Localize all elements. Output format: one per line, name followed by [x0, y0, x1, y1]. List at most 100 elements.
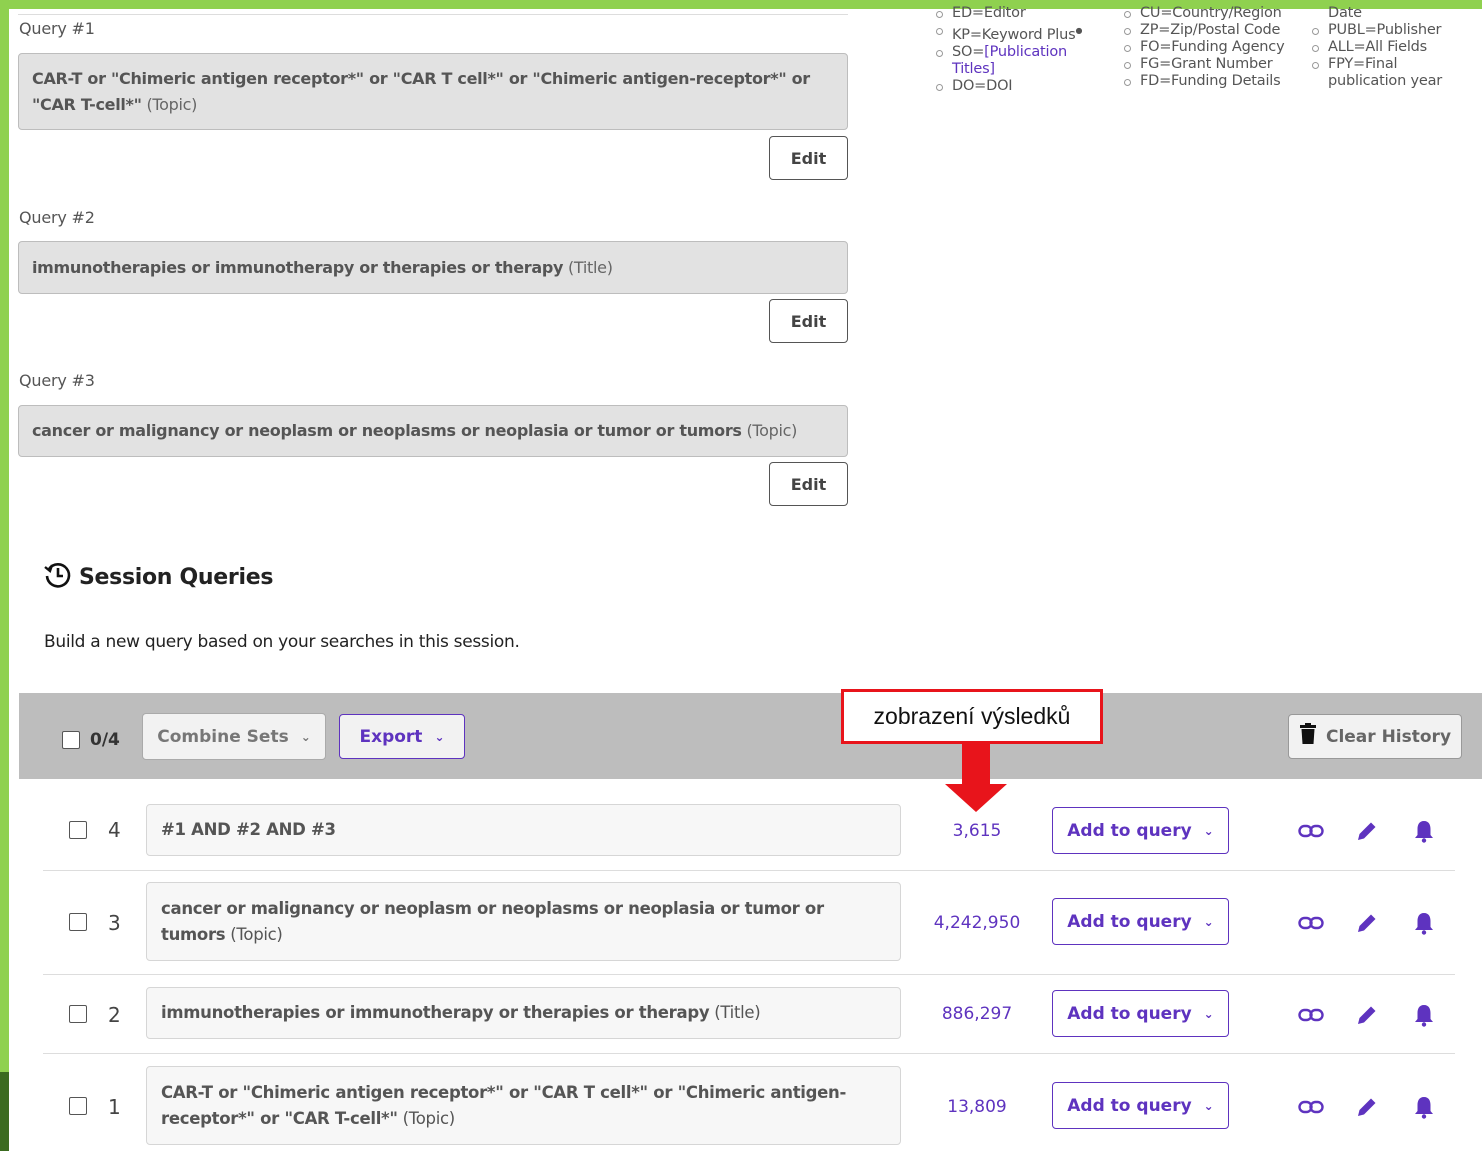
row-2-add-to-query-button[interactable]: Add to query ⌄ [1052, 990, 1229, 1037]
chevron-down-icon: ⌄ [1203, 1006, 1214, 1021]
add-to-query-label: Add to query [1067, 1003, 1192, 1024]
field-tag: PUBL=Publisher [1312, 22, 1477, 39]
row-1-checkbox[interactable] [69, 1097, 87, 1115]
field-tag: ED=Editor [936, 5, 1106, 22]
field-tag: ALL=All Fields [1312, 39, 1477, 56]
session-row-2: 2 immunotherapies or immunotherapy or th… [43, 974, 1455, 1054]
divider [18, 14, 848, 15]
export-button[interactable]: Export ⌄ [339, 714, 465, 759]
row-2-query-text: immunotherapies or immunotherapy or ther… [161, 1003, 710, 1022]
session-row-3: 3 cancer or malignancy or neoplasm or ne… [43, 870, 1455, 975]
bell-icon[interactable] [1411, 1094, 1437, 1120]
field-tag: ZP=Zip/Postal Code [1124, 22, 1294, 39]
row-4-add-to-query-button[interactable]: Add to query ⌄ [1052, 807, 1229, 854]
chevron-down-icon: ⌄ [1203, 914, 1214, 929]
field-tag: FO=Funding Agency [1124, 39, 1294, 56]
chevron-down-icon: ⌄ [300, 729, 311, 744]
add-to-query-label: Add to query [1067, 1095, 1192, 1116]
combine-sets-label: Combine Sets [157, 726, 289, 747]
link-icon[interactable] [1298, 910, 1324, 936]
edit-query-2-button[interactable]: Edit [769, 299, 848, 343]
chevron-down-icon: ⌄ [1203, 1098, 1214, 1113]
field-tag: KP=Keyword Plus● [936, 22, 1106, 44]
row-2-query-field: (Title) [714, 1003, 761, 1022]
link-icon[interactable] [1298, 818, 1324, 844]
row-1-result-count[interactable]: 13,809 [913, 1097, 1041, 1117]
row-2-result-count[interactable]: 886,297 [913, 1004, 1041, 1024]
row-3-query-field: (Topic) [230, 924, 283, 944]
row-4-checkbox[interactable] [69, 821, 87, 839]
query-3-label: Query #3 [19, 371, 95, 390]
bell-icon[interactable] [1411, 818, 1437, 844]
row-2-query: immunotherapies or immunotherapy or ther… [146, 987, 901, 1039]
row-4-result-count[interactable]: 3,615 [913, 821, 1041, 841]
pencil-icon[interactable] [1354, 818, 1380, 844]
field-tags-column-3: Date PUBL=Publisher ALL=All Fields FPY=F… [1312, 5, 1477, 90]
row-3-result-count[interactable]: 4,242,950 [913, 913, 1041, 933]
row-3-query: cancer or malignancy or neoplasm or neop… [146, 882, 901, 961]
field-tag: SO=[Publication Titles] [936, 44, 1106, 78]
selected-count: 0/4 [90, 730, 120, 750]
export-label: Export [359, 726, 423, 747]
query-3-text: cancer or malignancy or neoplasm or neop… [32, 421, 742, 440]
session-queries-title: Session Queries [79, 564, 274, 590]
field-tag-text: KP=Keyword Plus [952, 26, 1076, 43]
query-2-label: Query #2 [19, 208, 95, 227]
history-icon [43, 560, 73, 594]
row-3-add-to-query-button[interactable]: Add to query ⌄ [1052, 898, 1229, 945]
frame-border-left-dark [0, 1072, 9, 1151]
session-toolbar: 0/4 Combine Sets ⌄ Export ⌄ Clear Histor… [19, 693, 1482, 779]
bell-icon[interactable] [1411, 910, 1437, 936]
clear-history-button[interactable]: Clear History [1288, 714, 1462, 759]
pencil-icon[interactable] [1354, 1002, 1380, 1028]
chevron-down-icon: ⌄ [434, 729, 445, 744]
row-1-number: 1 [108, 1095, 121, 1119]
combine-sets-button[interactable]: Combine Sets ⌄ [142, 713, 326, 760]
add-to-query-label: Add to query [1067, 820, 1192, 841]
bell-icon[interactable] [1411, 1002, 1437, 1028]
field-tag: DO=DOI [936, 78, 1106, 95]
edit-query-1-button[interactable]: Edit [769, 136, 848, 180]
field-tag: CU=Country/Region [1124, 5, 1294, 22]
link-icon[interactable] [1298, 1094, 1324, 1120]
select-all-checkbox[interactable] [62, 731, 80, 749]
pencil-icon[interactable] [1354, 910, 1380, 936]
clear-history-label: Clear History [1325, 726, 1452, 747]
row-1-query: CAR-T or "Chimeric antigen receptor*" or… [146, 1066, 901, 1145]
row-2-number: 2 [108, 1003, 121, 1027]
row-4-query: #1 AND #2 AND #3 [146, 804, 901, 856]
link-icon[interactable] [1298, 1002, 1324, 1028]
add-to-query-label: Add to query [1067, 911, 1192, 932]
query-1-box: CAR-T or "Chimeric antigen receptor*" or… [18, 53, 848, 130]
row-2-checkbox[interactable] [69, 1005, 87, 1023]
frame-border-left [0, 0, 9, 1151]
field-tag: FD=Funding Details [1124, 73, 1294, 90]
row-1-query-field: (Topic) [402, 1108, 456, 1128]
query-3-box: cancer or malignancy or neoplasm or neop… [18, 405, 848, 457]
field-tag: Date [1328, 5, 1362, 21]
field-tags-column-1: ED=Editor KP=Keyword Plus● SO=[Publicati… [936, 5, 1106, 95]
query-2-box: immunotherapies or immunotherapy or ther… [18, 241, 848, 294]
field-tags-column-2: CU=Country/Region ZP=Zip/Postal Code FO=… [1124, 5, 1294, 90]
session-queries-description: Build a new query based on your searches… [44, 632, 520, 652]
field-tag: FPY=Final publication year [1312, 56, 1477, 90]
row-4-number: 4 [108, 818, 121, 842]
annotation-label: zobrazení výsledků [841, 689, 1103, 744]
query-1-label: Query #1 [19, 19, 95, 38]
session-row-4: 4 #1 AND #2 AND #3 3,615 Add to query ⌄ [43, 793, 1455, 871]
edit-query-3-button[interactable]: Edit [769, 462, 848, 506]
trash-icon [1299, 723, 1317, 750]
row-4-query-text: #1 AND #2 AND #3 [161, 820, 336, 839]
query-2-text: immunotherapies or immunotherapy or ther… [32, 257, 564, 277]
field-tag-text: SO= [952, 43, 985, 60]
pencil-icon[interactable] [1354, 1094, 1380, 1120]
registered-icon: ● [1075, 26, 1083, 35]
row-3-checkbox[interactable] [69, 913, 87, 931]
query-2-field: (Title) [567, 257, 613, 277]
row-1-add-to-query-button[interactable]: Add to query ⌄ [1052, 1082, 1229, 1129]
row-3-number: 3 [108, 911, 121, 935]
field-tag: FG=Grant Number [1124, 56, 1294, 73]
select-all-control: 0/4 [62, 730, 120, 750]
chevron-down-icon: ⌄ [1203, 823, 1214, 838]
session-row-1: 1 CAR-T or "Chimeric antigen receptor*" … [43, 1053, 1455, 1151]
